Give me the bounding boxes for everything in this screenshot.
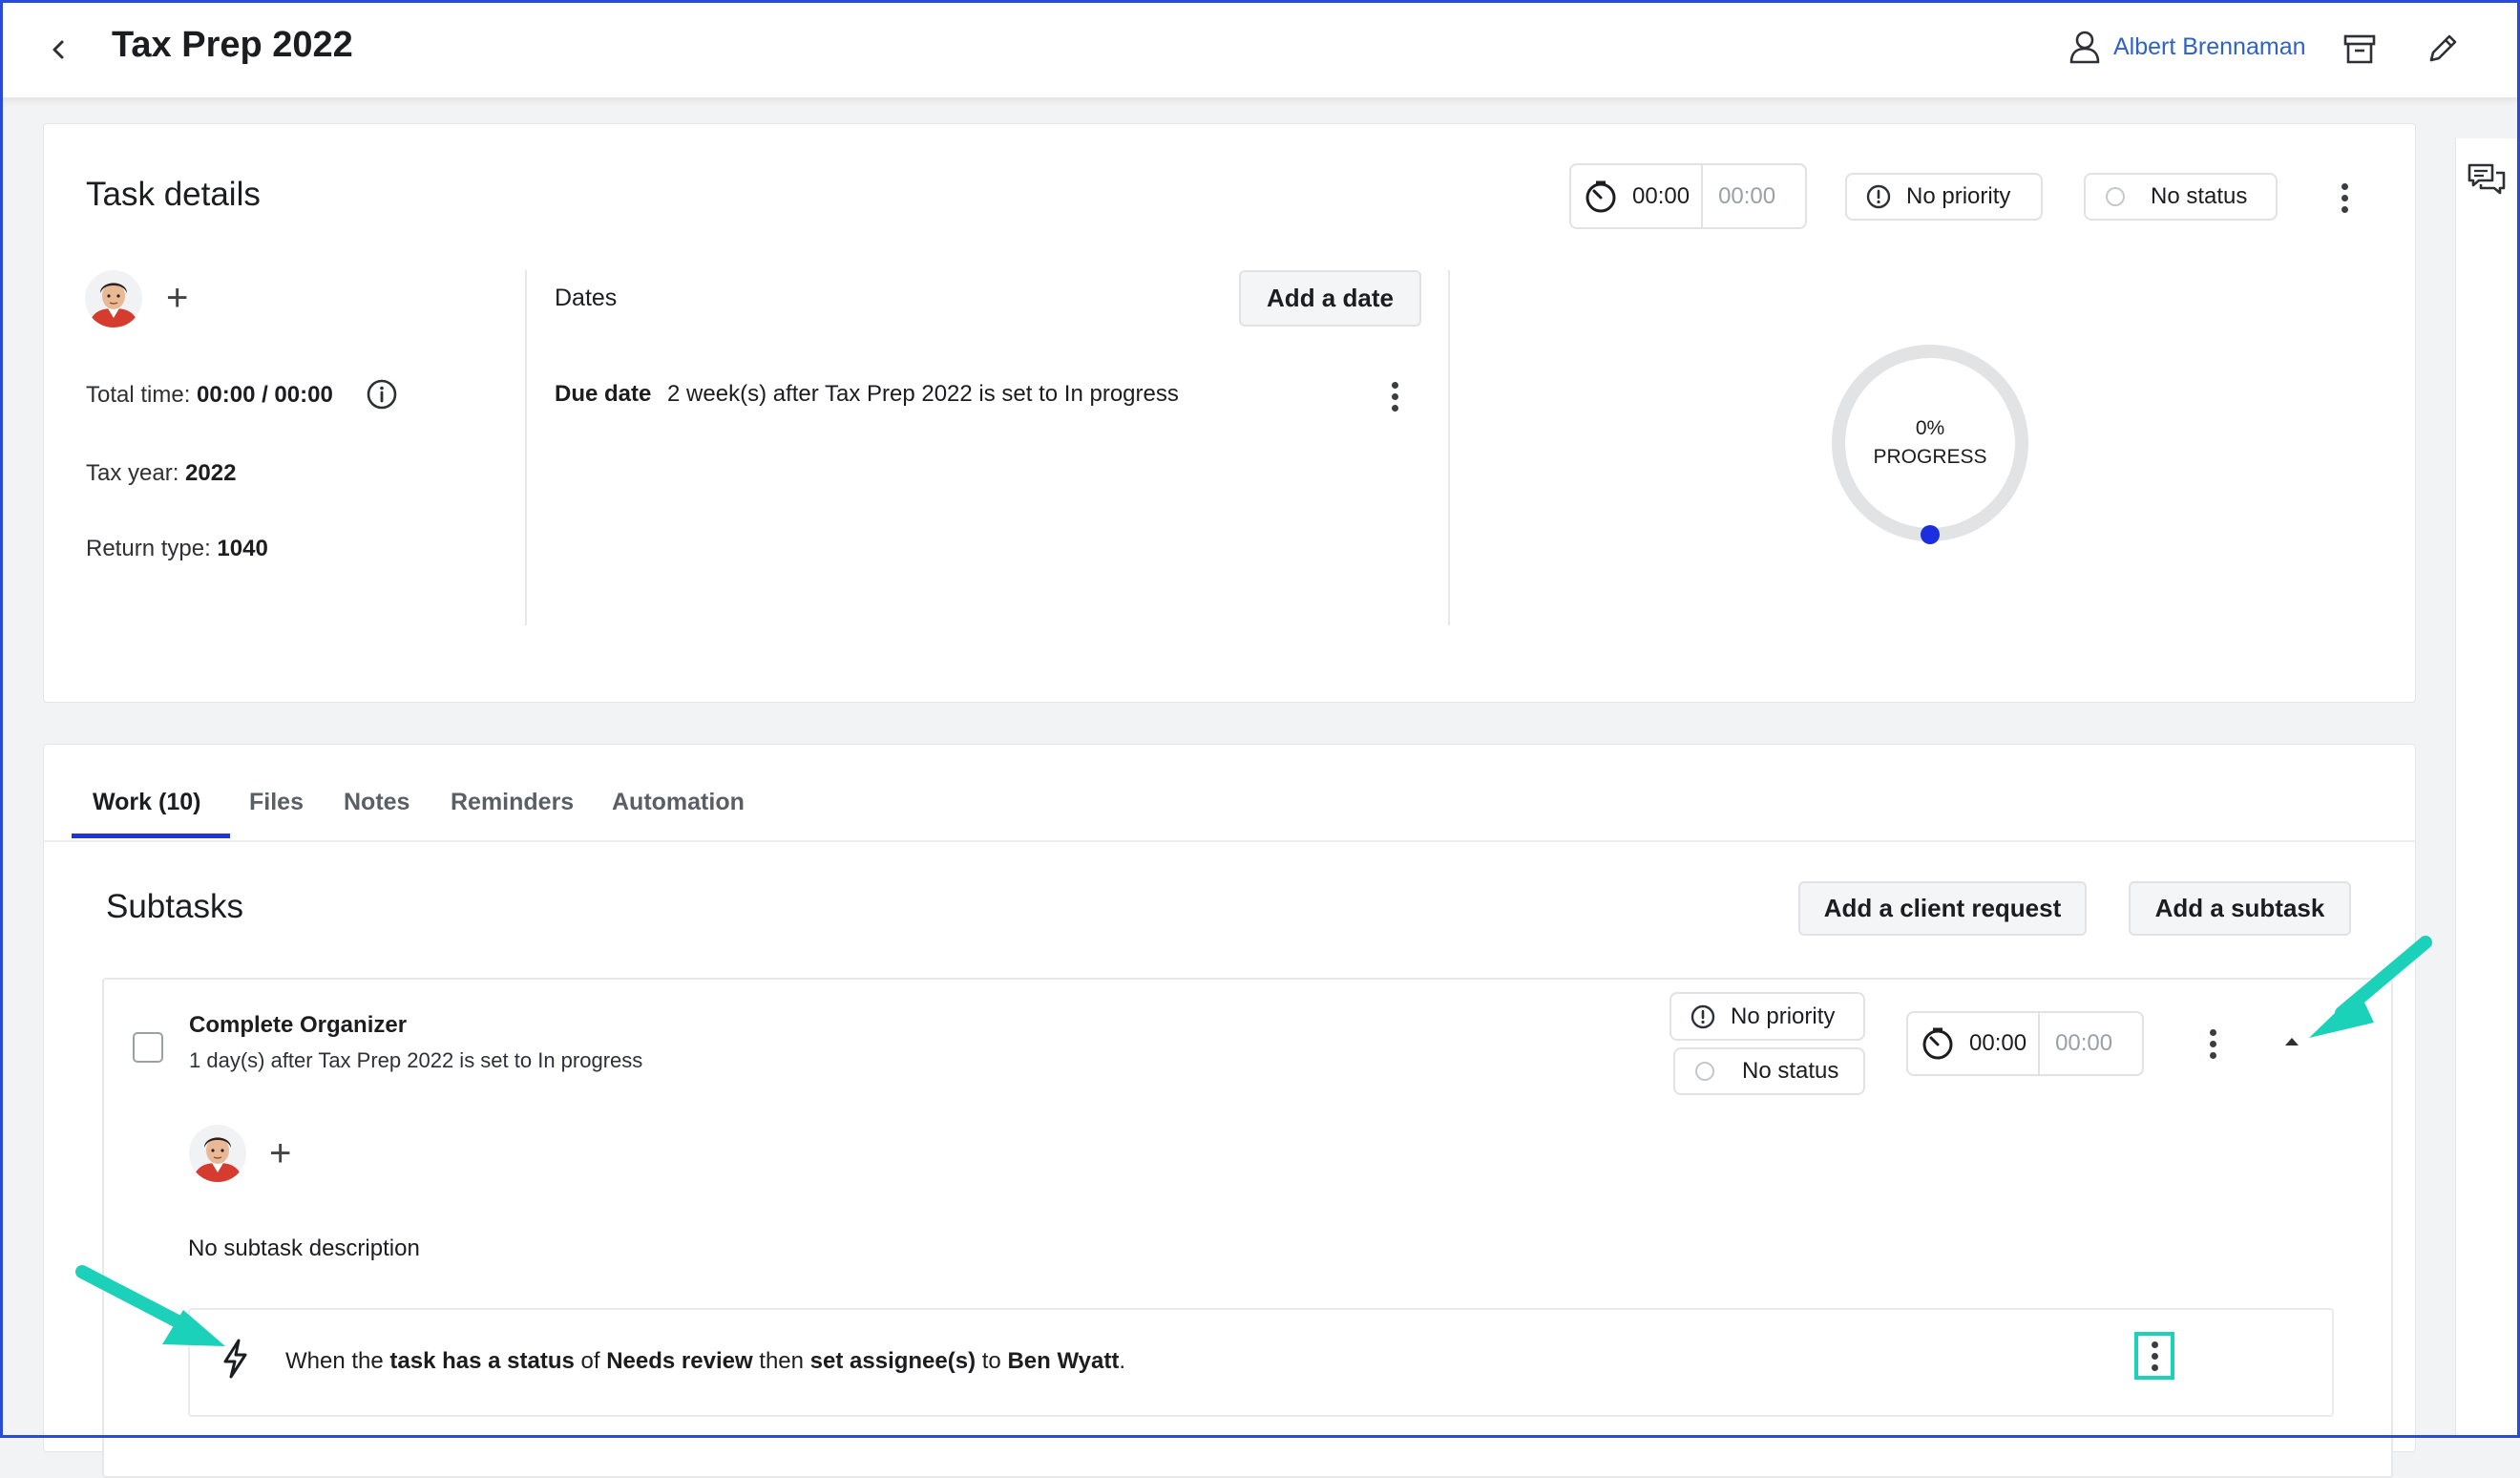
archive-icon (2343, 34, 2376, 64)
task-details-card: Task details 00:00 00:00 No priority No … (43, 123, 2416, 703)
total-time-info-button[interactable] (366, 378, 398, 411)
due-date-value: 2 week(s) after Tax Prep 2022 is set to … (667, 381, 1179, 407)
rule-action: set assignee(s) (809, 1348, 976, 1374)
subtask-timer-elapsed: 00:00 (1969, 1030, 2027, 1056)
task-more-button[interactable] (2339, 183, 2350, 213)
work-card: Work (10) Files Notes Reminders Automati… (43, 744, 2416, 1478)
comments-button[interactable] (2466, 159, 2508, 201)
subtask-more-button[interactable] (2207, 1029, 2218, 1059)
back-button[interactable] (42, 32, 76, 67)
return-type-label: Return type: (86, 536, 211, 561)
subtask-item: Complete Organizer 1 day(s) after Tax Pr… (102, 978, 2393, 1478)
assignee-avatar[interactable] (85, 270, 142, 327)
total-time-line: Total time: 00:00 / 00:00 (86, 382, 333, 409)
total-time-value: 00:00 / 00:00 (197, 382, 333, 408)
subtask-timer[interactable]: 00:00 00:00 (1906, 1011, 2144, 1076)
dates-heading: Dates (555, 285, 618, 311)
status-circle-icon (2106, 187, 2125, 206)
return-type-line: Return type: 1040 (86, 536, 268, 562)
add-subtask-button[interactable]: Add a subtask (2129, 881, 2351, 936)
rule-text: When the (285, 1348, 390, 1374)
subtask-due-rule: 1 day(s) after Tax Prep 2022 is set to I… (189, 1048, 643, 1072)
assignee-user-link[interactable]: Albert Brennaman (2068, 29, 2306, 65)
page-title: Tax Prep 2022 (112, 25, 353, 65)
subtask-status-label: No status (1742, 1058, 1839, 1084)
add-subtask-assignee-button[interactable]: + (269, 1134, 291, 1172)
task-details-title: Task details (86, 176, 261, 213)
annotation-arrow-icon (75, 1265, 225, 1346)
timer-estimate: 00:00 (1701, 165, 1791, 227)
edit-button[interactable] (2425, 31, 2461, 67)
tax-year-line: Tax year: 2022 (86, 460, 236, 487)
due-date-row: Due date 2 week(s) after Tax Prep 2022 i… (555, 381, 1179, 408)
timer-icon (1586, 180, 1616, 212)
back-chevron-icon (52, 40, 64, 59)
priority-icon (1690, 1004, 1715, 1028)
subtask-priority-dropdown[interactable]: No priority (1670, 992, 1865, 1041)
pencil-icon (2429, 34, 2457, 62)
rule-text: of (574, 1348, 607, 1374)
tab-bar: Work (10) Files Notes Reminders Automati… (44, 745, 2415, 842)
priority-icon (1866, 184, 1891, 209)
task-timer[interactable]: 00:00 00:00 (1569, 163, 1807, 229)
user-name: Albert Brennaman (2113, 32, 2306, 60)
tab-files[interactable]: Files (249, 789, 304, 816)
rule-trigger: task has a status (389, 1348, 575, 1374)
user-icon (2069, 31, 2100, 64)
tab-notes[interactable]: Notes (344, 789, 410, 816)
due-date-more-button[interactable] (1389, 382, 1400, 412)
automation-rule-text: When the task has a status of Needs revi… (285, 1348, 1125, 1375)
tax-year-label: Tax year: (86, 460, 179, 486)
progress-ring: 0% PROGRESS (1827, 340, 2033, 546)
top-bar: Tax Prep 2022 Albert Brennaman (0, 0, 2520, 97)
tab-automation[interactable]: Automation (612, 789, 745, 816)
add-date-button[interactable]: Add a date (1239, 270, 1421, 327)
tab-reminders[interactable]: Reminders (451, 789, 574, 816)
subtask-timer-estimate: 00:00 (2038, 1013, 2128, 1074)
subtask-status-dropdown[interactable]: No status (1673, 1047, 1865, 1095)
status-label: No status (2151, 183, 2248, 209)
rule-text: then (752, 1348, 810, 1374)
status-circle-icon (1695, 1062, 1714, 1081)
subtask-assignee-avatar[interactable] (189, 1125, 246, 1182)
annotation-arrow-icon (2309, 936, 2432, 1038)
subtasks-title: Subtasks (106, 888, 243, 925)
add-assignee-button[interactable]: + (166, 279, 188, 317)
subtask-priority-label: No priority (1731, 1003, 1836, 1029)
subtask-title[interactable]: Complete Organizer (189, 1012, 407, 1039)
automation-more-button[interactable] (2134, 1332, 2174, 1380)
rule-status-value: Needs review (606, 1348, 753, 1374)
subtask-checkbox[interactable] (133, 1032, 163, 1063)
timer-elapsed: 00:00 (1632, 182, 1690, 209)
due-date-label: Due date (555, 381, 652, 407)
tax-year-value: 2022 (185, 460, 237, 486)
timer-icon (1922, 1027, 1953, 1060)
subtask-automation-rule: When the task has a status of Needs revi… (188, 1308, 2334, 1417)
add-client-request-button[interactable]: Add a client request (1798, 881, 2087, 936)
column-divider (1448, 270, 1450, 625)
return-type-value: 1040 (217, 536, 268, 561)
info-icon (367, 379, 397, 410)
rule-assignee: Ben Wyatt (1007, 1348, 1120, 1374)
right-rail (2455, 138, 2520, 1438)
priority-dropdown[interactable]: No priority (1845, 173, 2043, 221)
rule-text: . (1119, 1348, 1126, 1374)
progress-percent: 0% (1915, 417, 1945, 439)
total-time-label: Total time: (86, 382, 191, 408)
status-dropdown[interactable]: No status (2084, 173, 2278, 221)
column-divider (525, 270, 527, 625)
comments-icon (2468, 163, 2506, 195)
active-tab-indicator (72, 834, 230, 838)
kebab-icon (2149, 1341, 2160, 1371)
tab-work[interactable]: Work (10) (93, 789, 200, 816)
progress-label: PROGRESS (1873, 446, 1987, 468)
priority-label: No priority (1906, 183, 2011, 209)
archive-button[interactable] (2342, 31, 2378, 67)
rule-text: to (976, 1348, 1008, 1374)
